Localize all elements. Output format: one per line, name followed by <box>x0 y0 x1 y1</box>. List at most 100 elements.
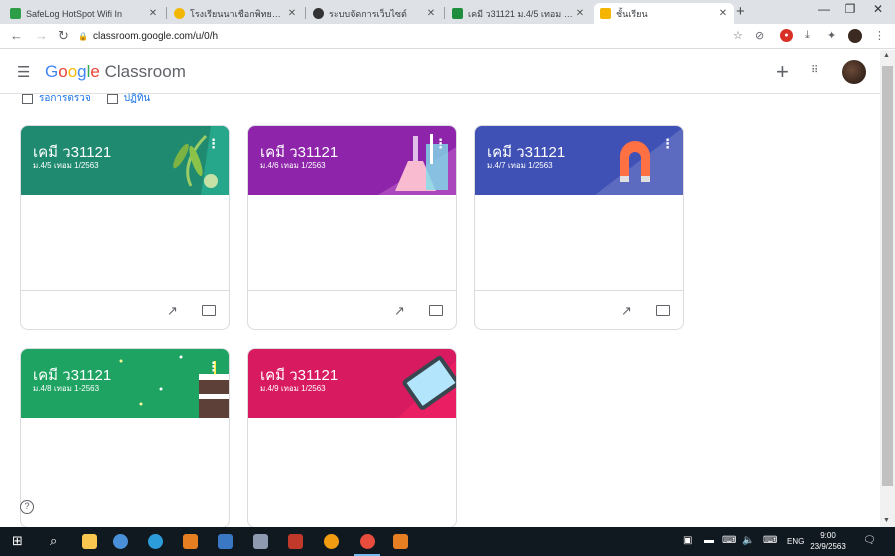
folder-icon[interactable] <box>656 305 670 316</box>
search-icon[interactable]: ⌕ <box>50 533 57 549</box>
chrome-icon[interactable] <box>324 534 339 549</box>
clock-date: 23/9/2563 <box>810 542 846 551</box>
windows-start-icon[interactable]: ⊞ <box>12 533 23 549</box>
more-options-icon[interactable]: ⋮ <box>434 136 447 152</box>
language-indicator[interactable]: ENG <box>787 537 804 546</box>
main-menu-icon[interactable]: ☰ <box>17 63 30 81</box>
browser-tab-title: โรงเรียนนาเชือกพิทยาสรรค์ <box>190 8 285 19</box>
bookmark-star-icon[interactable]: ☆ <box>733 29 743 42</box>
class-card[interactable]: เคมี ว31121 ม.4/6 เทอม 1/2563 ⋮ ↗ <box>247 125 457 330</box>
class-section: ม.4/8 เทอม 1-2563 <box>33 384 100 393</box>
volume-icon[interactable]: 🔈 <box>742 535 754 546</box>
class-card[interactable]: เคมี ว31121 ม.4/5 เทอม 1/2563 ⋮ ↗ <box>20 125 230 330</box>
file-explorer-icon[interactable] <box>82 534 97 549</box>
acrobat-icon[interactable] <box>288 534 303 549</box>
school-favicon-icon <box>174 8 185 19</box>
classroom-favicon-icon <box>452 8 463 19</box>
google-apps-icon[interactable]: ⠿ <box>811 65 818 76</box>
class-card-footer: ↗ <box>248 290 456 329</box>
close-tab-icon[interactable]: ✕ <box>285 8 299 19</box>
class-card[interactable]: เคมี ว31121 ม.4/9 เทอม 1/2563 <box>247 348 457 528</box>
browser-tab[interactable]: SafeLog HotSpot Wifi In ✕ <box>4 3 164 24</box>
scroll-down-icon[interactable]: ▼ <box>883 517 890 524</box>
class-card-banner[interactable]: เคมี ว31121 ม.4/9 เทอม 1/2563 <box>248 349 456 418</box>
browser-toolbar: ← → ↻ 🔒 classroom.google.com/u/0/h ☆ ⊘ ●… <box>0 24 895 49</box>
lock-icon: 🔒 <box>78 32 88 41</box>
subnav: รอการตรวจ ปฏิทิน <box>22 91 166 106</box>
new-tab-button[interactable]: + <box>736 3 745 20</box>
browser-menu-icon[interactable]: ⋮ <box>874 29 885 42</box>
app-icon[interactable] <box>218 534 233 549</box>
download-icon[interactable]: ⤓ <box>805 29 810 42</box>
class-card-banner[interactable]: เคมี ว31121 ม.4/8 เทอม 1-2563 ⋮ <box>21 349 229 418</box>
windows-taskbar: ⊞ ⌕ ▣ ▬ ⌨ 🔈 ⌨ ENG 9:00 23/9/2563 🗨 <box>0 527 895 556</box>
restore-button[interactable]: ❐ <box>838 2 862 16</box>
close-tab-icon[interactable]: ✕ <box>146 8 160 19</box>
close-tab-icon[interactable]: ✕ <box>716 8 730 19</box>
more-options-icon[interactable]: ⋮ <box>207 359 220 375</box>
class-section: ม.4/6 เทอม 1/2563 <box>260 161 326 170</box>
browser-tab-active[interactable]: ชั้นเรียน ✕ <box>594 3 734 24</box>
battery-icon[interactable]: ▬ <box>704 535 714 546</box>
keyboard-icon[interactable]: ⌨ <box>763 535 777 546</box>
browser-tab-title: ระบบจัดการเว็บไซต์ <box>329 8 407 19</box>
class-card[interactable]: เคมี ว31121 ม.4/7 เทอม 1/2563 ⋮ ↗ <box>474 125 684 330</box>
people-icon[interactable] <box>148 534 163 549</box>
close-window-button[interactable]: ✕ <box>866 2 890 16</box>
browser-tab[interactable]: ระบบจัดการเว็บไซต์ ✕ <box>307 3 442 24</box>
scrollbar-thumb[interactable] <box>882 66 893 486</box>
folder-icon[interactable] <box>202 305 216 316</box>
google-wordmark: Google <box>45 62 100 81</box>
class-card-footer: ↗ <box>21 290 229 329</box>
classroom-header: ☰ Google Classroom + ⠿ <box>0 50 880 94</box>
more-options-icon[interactable]: ⋮ <box>661 136 674 152</box>
reload-icon[interactable]: ↻ <box>58 28 69 44</box>
help-icon[interactable]: ? <box>20 500 34 514</box>
forward-icon[interactable]: → <box>35 28 48 43</box>
back-icon[interactable]: ← <box>10 28 23 43</box>
powerpoint-icon[interactable] <box>393 534 408 549</box>
class-section: ม.4/5 เทอม 1/2563 <box>33 161 99 170</box>
tab-separator <box>166 7 167 19</box>
trending-icon[interactable]: ↗ <box>167 303 178 319</box>
account-avatar[interactable] <box>842 60 866 84</box>
calendar-label: ปฏิทิน <box>123 93 151 104</box>
calendar-icon <box>106 93 118 104</box>
google-letter: o <box>58 62 68 81</box>
notifications-icon[interactable]: 🗨 <box>863 535 876 546</box>
more-options-icon[interactable]: ⋮ <box>207 136 220 152</box>
minimize-button[interactable]: — <box>812 2 836 16</box>
add-class-button[interactable]: + <box>776 59 789 85</box>
extensions-puzzle-icon[interactable]: ✦ <box>827 29 836 42</box>
calendar-link[interactable]: ปฏิทิน <box>106 91 151 106</box>
clock[interactable]: 9:00 23/9/2563 <box>806 530 850 552</box>
class-card-banner[interactable]: เคมี ว31121 ม.4/7 เทอม 1/2563 ⋮ <box>475 126 683 195</box>
browser-tab-title: เคมี ว31121 ม.4/5 เทอม 1/25 <box>468 8 573 19</box>
to-review-link[interactable]: รอการตรวจ <box>22 91 91 106</box>
google-classroom-logo[interactable]: Google Classroom <box>45 62 186 82</box>
browser-tab[interactable]: เคมี ว31121 ม.4/5 เทอม 1/25 ✕ <box>446 3 591 24</box>
class-card-banner[interactable]: เคมี ว31121 ม.4/5 เทอม 1/2563 ⋮ <box>21 126 229 195</box>
folder-icon[interactable] <box>429 305 443 316</box>
profile-avatar[interactable] <box>848 29 862 43</box>
chrome-icon[interactable] <box>360 534 375 549</box>
extension-red-icon[interactable]: ● <box>780 29 793 42</box>
tray-app-icon[interactable]: ▣ <box>683 535 692 546</box>
close-tab-icon[interactable]: ✕ <box>424 8 438 19</box>
class-card[interactable]: เคมี ว31121 ม.4/8 เทอม 1-2563 ⋮ <box>20 348 230 528</box>
network-icon[interactable]: ⌨ <box>722 535 736 546</box>
class-section: ม.4/9 เทอม 1/2563 <box>260 384 326 393</box>
app-icon[interactable] <box>253 534 268 549</box>
close-tab-icon[interactable]: ✕ <box>573 8 587 19</box>
browser-tab[interactable]: โรงเรียนนาเชือกพิทยาสรรค์ ✕ <box>168 3 303 24</box>
app-icon[interactable] <box>113 534 128 549</box>
class-card-banner[interactable]: เคมี ว31121 ม.4/6 เทอม 1/2563 ⋮ <box>248 126 456 195</box>
class-section: ม.4/7 เทอม 1/2563 <box>487 161 553 170</box>
review-icon <box>22 93 33 104</box>
scroll-up-icon[interactable]: ▲ <box>883 52 890 59</box>
trending-icon[interactable]: ↗ <box>394 303 405 319</box>
extension-block-icon[interactable]: ⊘ <box>755 29 764 42</box>
trending-icon[interactable]: ↗ <box>621 303 632 319</box>
paint-icon[interactable] <box>183 534 198 549</box>
address-bar[interactable]: 🔒 classroom.google.com/u/0/h <box>78 27 713 46</box>
